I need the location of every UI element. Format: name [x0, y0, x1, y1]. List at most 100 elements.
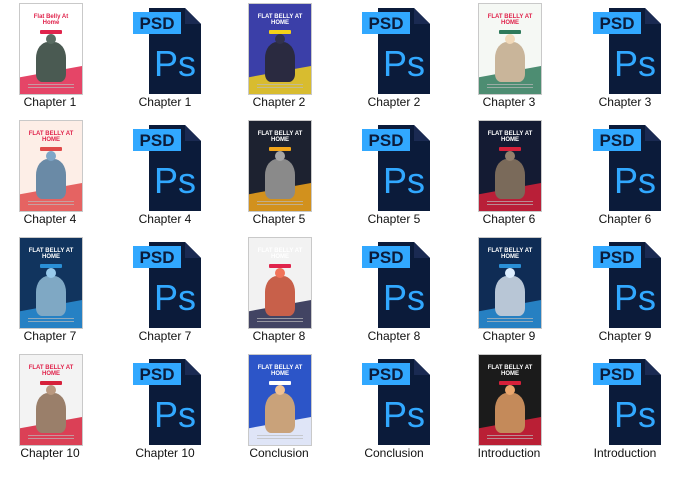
file-name-label: Chapter 7 — [23, 329, 77, 343]
cover-title-artwork: FLAT BELLY AT HOME — [487, 365, 533, 377]
cover-badge — [40, 264, 62, 268]
cover-title-artwork: FLAT BELLY AT HOME — [257, 365, 303, 377]
file-name-label: Conclusion — [364, 446, 424, 460]
cover-photo-head — [275, 34, 285, 44]
psd-tab-text: PSD — [140, 365, 175, 384]
psd-file-item[interactable]: PSD Ps Chapter 1 — [115, 0, 215, 116]
psd-file-item[interactable]: PSD Ps Chapter 9 — [575, 234, 675, 350]
ps-logo-text: Ps — [383, 277, 425, 318]
cover-photo — [495, 42, 525, 82]
image-file-item[interactable]: FLAT BELLY AT HOME Chapter 8 — [229, 234, 329, 350]
cover-title-artwork: FLAT BELLY AT HOME — [257, 131, 303, 143]
image-file-item[interactable]: FLAT BELLY AT HOME Chapter 7 — [0, 234, 100, 350]
cover-badge — [269, 264, 291, 268]
file-name-label: Chapter 8 — [252, 329, 306, 343]
ps-logo-text: Ps — [154, 43, 196, 84]
psd-file-item[interactable]: PSD Ps Chapter 10 — [115, 351, 215, 467]
cover-thumbnail: FLAT BELLY AT HOME — [249, 355, 311, 445]
cover-photo-head — [275, 385, 285, 395]
cover-photo-head — [275, 151, 285, 161]
ps-logo-text: Ps — [154, 277, 196, 318]
image-file-item[interactable]: FLAT BELLY AT HOME Conclusion — [229, 351, 329, 467]
ps-logo-text: Ps — [383, 43, 425, 84]
cover-badge — [40, 30, 62, 34]
photoshop-file-icon: PSD Ps — [362, 125, 430, 211]
cover-photo-head — [505, 151, 515, 161]
psd-tab-text: PSD — [600, 248, 635, 267]
image-file-item[interactable]: FLAT BELLY AT HOME Chapter 10 — [0, 351, 100, 467]
file-name-label: Chapter 1 — [138, 95, 192, 109]
cover-text-lines — [257, 84, 303, 90]
psd-file-item[interactable]: PSD Ps Chapter 3 — [575, 0, 675, 116]
file-name-label: Chapter 10 — [135, 446, 195, 460]
cover-photo — [495, 276, 525, 316]
cover-photo — [265, 159, 295, 199]
psd-tab-text: PSD — [369, 248, 404, 267]
cover-title-artwork: FLAT BELLY AT HOME — [487, 248, 533, 260]
cover-title-artwork: FLAT BELLY AT HOME — [487, 131, 533, 143]
photoshop-file-icon: PSD Ps — [362, 8, 430, 94]
ps-folded-corner — [645, 8, 661, 24]
ps-folded-corner — [414, 359, 430, 375]
file-name-label: Chapter 9 — [482, 329, 536, 343]
image-file-item[interactable]: FLAT BELLY AT HOME Chapter 3 — [459, 0, 559, 116]
ps-logo-text: Ps — [614, 43, 656, 84]
cover-badge — [499, 381, 521, 385]
psd-file-item[interactable]: PSD Ps Chapter 8 — [344, 234, 444, 350]
cover-thumbnail: FLAT BELLY AT HOME — [479, 4, 541, 94]
file-name-label: Introduction — [477, 446, 541, 460]
photoshop-file-icon: PSD Ps — [133, 125, 201, 211]
cover-photo-head — [505, 385, 515, 395]
ps-folded-corner — [645, 125, 661, 141]
ps-folded-corner — [414, 125, 430, 141]
ps-logo-text: Ps — [154, 394, 196, 435]
psd-file-item[interactable]: PSD Ps Chapter 6 — [575, 117, 675, 233]
cover-photo — [265, 276, 295, 316]
ps-logo-text: Ps — [154, 160, 196, 201]
cover-thumbnail: FLAT BELLY AT HOME — [20, 355, 82, 445]
ps-folded-corner — [414, 8, 430, 24]
photoshop-file-icon: PSD Ps — [593, 125, 661, 211]
image-file-item[interactable]: FLAT BELLY AT HOME Introduction — [459, 351, 559, 467]
file-name-label: Chapter 7 — [138, 329, 192, 343]
cover-thumbnail: FLAT BELLY AT HOME — [20, 121, 82, 211]
cover-thumbnail: FLAT BELLY AT HOME — [479, 121, 541, 211]
image-file-item[interactable]: FLAT BELLY AT HOME Chapter 9 — [459, 234, 559, 350]
file-name-label: Chapter 4 — [23, 212, 77, 226]
cover-photo-head — [505, 268, 515, 278]
ps-folded-corner — [645, 242, 661, 258]
psd-file-item[interactable]: PSD Ps Introduction — [575, 351, 675, 467]
photoshop-file-icon: PSD Ps — [133, 359, 201, 445]
cover-badge — [40, 381, 62, 385]
cover-badge — [499, 30, 521, 34]
ps-logo-text: Ps — [383, 160, 425, 201]
image-file-item[interactable]: FLAT BELLY AT HOME Chapter 4 — [0, 117, 100, 233]
cover-badge — [269, 381, 291, 385]
psd-file-item[interactable]: PSD Ps Chapter 7 — [115, 234, 215, 350]
psd-tab-text: PSD — [600, 14, 635, 33]
psd-file-item[interactable]: PSD Ps Chapter 4 — [115, 117, 215, 233]
image-file-item[interactable]: FLAT BELLY AT HOME Chapter 6 — [459, 117, 559, 233]
image-file-item[interactable]: Flat Belly At Home Chapter 1 — [0, 0, 100, 116]
ps-logo-text: Ps — [383, 394, 425, 435]
file-name-label: Chapter 10 — [20, 446, 80, 460]
cover-photo-head — [46, 151, 56, 161]
image-file-item[interactable]: FLAT BELLY AT HOME Chapter 5 — [229, 117, 329, 233]
ps-logo-text: Ps — [614, 277, 656, 318]
image-file-item[interactable]: FLAT BELLY AT HOME Chapter 2 — [229, 0, 329, 116]
cover-thumbnail: FLAT BELLY AT HOME — [249, 4, 311, 94]
ps-folded-corner — [185, 359, 201, 375]
cover-thumbnail: FLAT BELLY AT HOME — [20, 238, 82, 328]
cover-photo — [265, 393, 295, 433]
cover-badge — [269, 147, 291, 151]
file-name-label: Chapter 5 — [367, 212, 421, 226]
psd-tab-text: PSD — [600, 365, 635, 384]
cover-title-artwork: FLAT BELLY AT HOME — [28, 131, 74, 143]
cover-title-artwork: Flat Belly At Home — [33, 14, 69, 26]
psd-file-item[interactable]: PSD Ps Chapter 2 — [344, 0, 444, 116]
psd-tab-text: PSD — [369, 365, 404, 384]
cover-title-artwork: FLAT BELLY AT HOME — [28, 365, 74, 377]
psd-file-item[interactable]: PSD Ps Chapter 5 — [344, 117, 444, 233]
cover-title-artwork: FLAT BELLY AT HOME — [28, 248, 74, 260]
psd-file-item[interactable]: PSD Ps Conclusion — [344, 351, 444, 467]
